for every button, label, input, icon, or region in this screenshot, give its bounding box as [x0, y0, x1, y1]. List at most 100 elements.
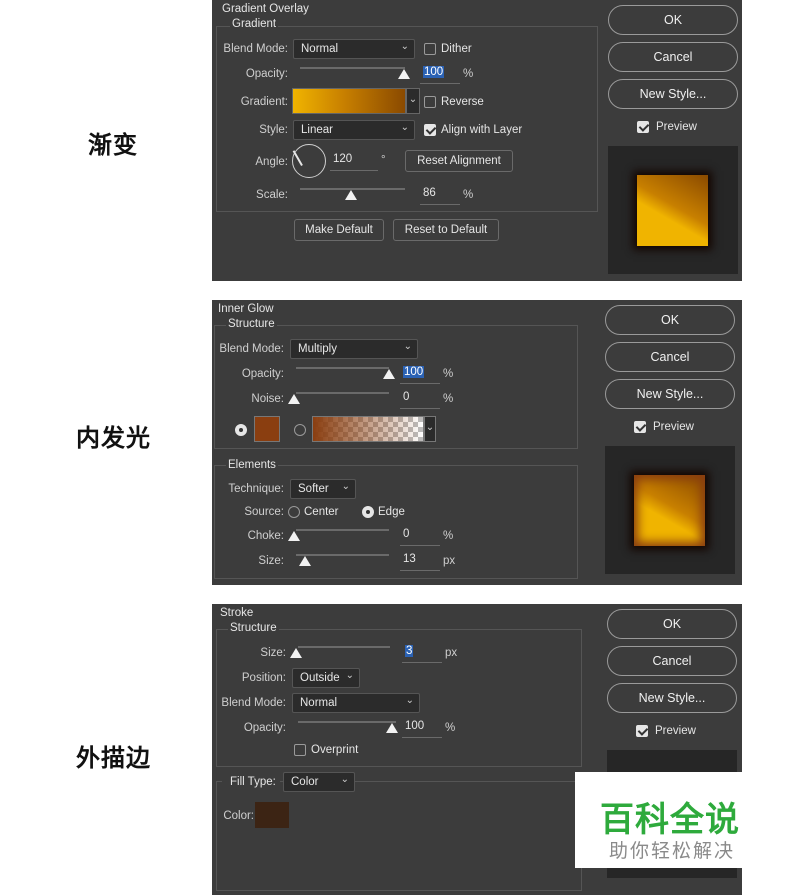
reverse-checkbox[interactable]: [424, 96, 436, 108]
dither-checkbox[interactable]: [424, 43, 436, 55]
source-edge-label: Edge: [378, 506, 405, 518]
blend-mode-select[interactable]: Normal ⌄: [293, 39, 415, 59]
angle-dial[interactable]: [292, 144, 326, 178]
chevron-down-icon: ⌄: [345, 670, 354, 681]
ok-button[interactable]: OK: [605, 305, 735, 335]
ok-button[interactable]: OK: [607, 609, 737, 639]
percent-unit: %: [443, 530, 454, 542]
reset-to-default-button[interactable]: Reset to Default: [393, 219, 499, 241]
solid-color-radio[interactable]: [235, 424, 247, 436]
technique-label: Technique:: [228, 483, 284, 495]
percent-unit: %: [443, 393, 454, 405]
scale-label: Scale:: [256, 189, 288, 201]
percent-unit: %: [463, 68, 474, 80]
preview-checkbox[interactable]: [637, 121, 649, 133]
chevron-down-icon: ⌄: [341, 481, 350, 492]
blend-mode-select[interactable]: Normal ⌄: [292, 693, 420, 713]
opacity-label: Opacity:: [243, 722, 286, 734]
label-stroke-cn: 外描边: [76, 743, 151, 772]
opacity-slider[interactable]: [296, 367, 389, 369]
technique-select[interactable]: Softer ⌄: [290, 479, 356, 499]
blend-mode-label: Blend Mode:: [219, 343, 284, 355]
size-label: Size:: [260, 647, 286, 659]
style-select[interactable]: Linear ⌄: [293, 120, 415, 140]
overprint-checkbox[interactable]: [294, 744, 306, 756]
source-center-label: Center: [304, 506, 339, 518]
section-title: Structure: [226, 318, 277, 330]
chevron-down-icon: ⌄: [405, 695, 414, 706]
watermark-tagline: 助你轻松解决: [609, 840, 736, 862]
blend-mode-label: Blend Mode:: [223, 43, 288, 55]
align-with-layer-checkbox[interactable]: [424, 124, 436, 136]
panel-title: Stroke: [220, 607, 254, 619]
overprint-label: Overprint: [311, 744, 359, 756]
angle-input[interactable]: 120: [330, 153, 378, 171]
fill-type-label: Fill Type:: [222, 776, 280, 788]
new-style-button[interactable]: New Style...: [605, 379, 735, 409]
size-input[interactable]: 13: [400, 553, 440, 571]
size-slider[interactable]: [298, 646, 390, 648]
scale-input[interactable]: 86: [420, 187, 460, 205]
angle-label: Angle:: [255, 156, 288, 168]
preview-thumbnail: [605, 446, 735, 574]
cancel-button[interactable]: Cancel: [607, 646, 737, 676]
stroke-color-swatch[interactable]: [255, 802, 289, 828]
size-input[interactable]: 3: [402, 645, 442, 663]
chevron-down-icon: ⌄: [400, 41, 409, 52]
fill-type-select[interactable]: Color ⌄: [283, 772, 355, 792]
percent-unit: %: [443, 368, 454, 380]
opacity-input[interactable]: 100: [420, 66, 460, 84]
scale-slider-thumb[interactable]: [345, 190, 357, 200]
cancel-button[interactable]: Cancel: [605, 342, 735, 372]
choke-slider[interactable]: [296, 529, 389, 531]
noise-input[interactable]: 0: [400, 391, 440, 409]
opacity-input[interactable]: 100: [400, 366, 440, 384]
new-style-button[interactable]: New Style...: [608, 79, 738, 109]
opacity-slider-thumb[interactable]: [386, 723, 398, 733]
watermark-brand: 百科全说: [600, 800, 740, 840]
chevron-down-icon[interactable]: ⌄: [406, 88, 420, 114]
preview-checkbox[interactable]: [634, 421, 646, 433]
opacity-slider-thumb[interactable]: [398, 69, 410, 79]
noise-slider[interactable]: [296, 392, 389, 394]
px-unit: px: [445, 647, 458, 659]
noise-label: Noise:: [251, 393, 284, 405]
position-select[interactable]: Outside ⌄: [292, 668, 360, 688]
align-with-layer-label: Align with Layer: [441, 124, 523, 136]
preview-checkbox[interactable]: [636, 725, 648, 737]
choke-input[interactable]: 0: [400, 528, 440, 546]
percent-unit: %: [463, 189, 474, 201]
choke-slider-thumb[interactable]: [288, 531, 300, 541]
watermark-badge: 百科全说 助你轻松解决: [575, 772, 742, 868]
percent-unit: %: [445, 722, 456, 734]
source-edge-radio[interactable]: [362, 506, 374, 518]
choke-label: Choke:: [247, 530, 284, 542]
new-style-button[interactable]: New Style...: [607, 683, 737, 713]
inner-glow-panel: Inner Glow Structure Blend Mode: Multipl…: [212, 300, 742, 585]
opacity-slider[interactable]: [298, 721, 396, 723]
glow-color-swatch[interactable]: [254, 416, 280, 442]
blend-mode-label: Blend Mode:: [221, 697, 286, 709]
gradient-picker[interactable]: [292, 88, 406, 114]
opacity-slider-thumb[interactable]: [383, 369, 395, 379]
glow-gradient-picker[interactable]: [312, 416, 424, 442]
dither-label: Dither: [441, 43, 472, 55]
make-default-button[interactable]: Make Default: [294, 219, 384, 241]
size-slider-thumb[interactable]: [299, 556, 311, 566]
blend-mode-select[interactable]: Multiply ⌄: [290, 339, 418, 359]
chevron-down-icon[interactable]: ⌄: [424, 416, 436, 442]
ok-button[interactable]: OK: [608, 5, 738, 35]
noise-slider-thumb[interactable]: [288, 394, 300, 404]
gradient-radio[interactable]: [294, 424, 306, 436]
cancel-button[interactable]: Cancel: [608, 42, 738, 72]
style-label: Style:: [259, 124, 288, 136]
opacity-input[interactable]: 100: [402, 720, 442, 738]
source-center-radio[interactable]: [288, 506, 300, 518]
preview-label: Preview: [656, 121, 697, 133]
chevron-down-icon: ⌄: [340, 774, 349, 785]
reset-alignment-button[interactable]: Reset Alignment: [405, 150, 513, 172]
fill-fieldset: [216, 781, 582, 891]
opacity-slider[interactable]: [300, 67, 405, 69]
size-slider-thumb[interactable]: [290, 648, 302, 658]
opacity-label: Opacity:: [245, 68, 288, 80]
